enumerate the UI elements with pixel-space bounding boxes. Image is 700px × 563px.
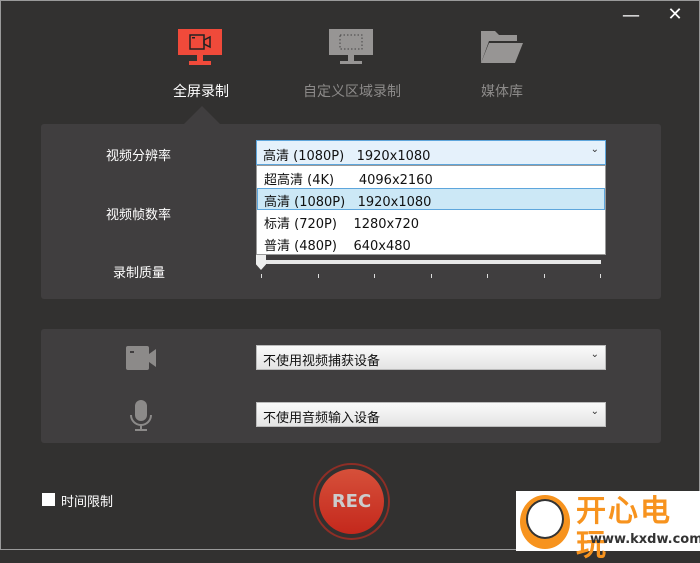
minimize-icon: — [622, 5, 640, 26]
slider-tick [544, 274, 545, 278]
resolution-label: 视频分辨率 [106, 149, 172, 164]
chevron-down-icon: ⌄ [590, 144, 599, 155]
watermark-url: www.kxdw.com [590, 532, 700, 547]
slider-tick [431, 274, 432, 278]
time-limit-checkbox[interactable] [42, 493, 55, 506]
monitor-camera-icon [178, 29, 222, 65]
resolution-dropdown-list: 超高清 (4K) 4096x2160 高清 (1080P) 1920x1080 … [256, 165, 606, 255]
resolution-option[interactable]: 普清 (480P) 640x480 [257, 232, 605, 254]
minimize-button[interactable]: — [619, 5, 643, 26]
slider-tick [600, 274, 601, 278]
folder-icon [481, 31, 523, 63]
slider-tick [261, 274, 262, 278]
close-icon: ✕ [667, 4, 683, 25]
tab-label: 全屏录制 [173, 84, 229, 100]
rec-button[interactable]: REC [319, 469, 384, 534]
camera-select[interactable]: 不使用视频捕获设备 ⌄ [256, 345, 606, 370]
tab-label: 媒体库 [481, 84, 523, 100]
chevron-down-icon: ⌄ [590, 349, 599, 360]
mascot-icon [520, 495, 570, 549]
quality-slider[interactable] [263, 260, 601, 264]
audio-select[interactable]: 不使用音频输入设备 ⌄ [256, 402, 606, 427]
active-tab-indicator [184, 106, 220, 124]
microphone-icon [130, 400, 152, 431]
resolution-option[interactable]: 超高清 (4K) 4096x2160 [257, 166, 605, 188]
resolution-select[interactable]: 高清 (1080P) 1920x1080 ⌄ [256, 140, 606, 165]
camera-icon [126, 346, 156, 370]
camera-value: 不使用视频捕获设备 [263, 354, 381, 369]
close-button[interactable]: ✕ [663, 4, 687, 25]
monitor-region-icon [329, 29, 373, 64]
slider-tick [318, 274, 319, 278]
chevron-down-icon: ⌄ [590, 406, 599, 417]
audio-value: 不使用音频输入设备 [263, 411, 381, 426]
tab-media-library[interactable]: 媒体库 [427, 29, 577, 101]
tab-region-record[interactable]: 自定义区域录制 [277, 29, 427, 101]
quality-label: 录制质量 [113, 266, 166, 281]
tab-label: 自定义区域录制 [303, 84, 401, 100]
resolution-option[interactable]: 标清 (720P) 1280x720 [257, 210, 605, 232]
watermark-logo: 开心电玩 www.kxdw.com [516, 491, 700, 563]
tab-fullscreen-record[interactable]: 全屏录制 [126, 29, 276, 101]
watermark-text: 开心电玩 [576, 494, 672, 563]
slider-tick [487, 274, 488, 278]
resolution-option[interactable]: 高清 (1080P) 1920x1080 [257, 188, 605, 210]
slider-tick [374, 274, 375, 278]
framerate-label: 视频帧数率 [106, 208, 172, 223]
resolution-value: 高清 (1080P) 1920x1080 [263, 149, 431, 164]
time-limit-label: 时间限制 [61, 495, 114, 510]
